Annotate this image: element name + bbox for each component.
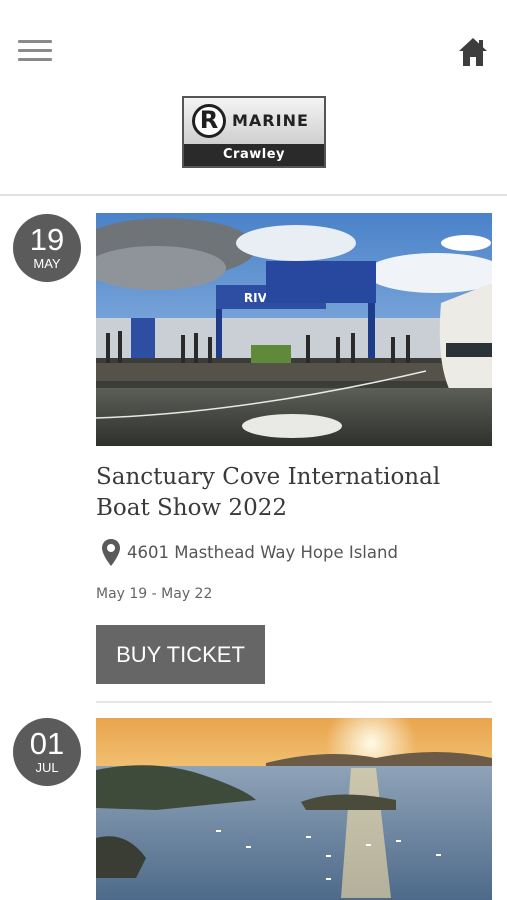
- event-day: 19: [29, 222, 65, 257]
- logo-mark: R: [192, 104, 226, 138]
- event-title-line-1: Sanctuary Cove International: [96, 464, 441, 490]
- event-title-line-2: Boat Show 2022: [96, 495, 287, 521]
- event-image[interactable]: RIVIERA: [96, 213, 492, 446]
- map-pin-icon: [102, 539, 120, 566]
- event-address: 4601 Masthead Way Hope Island: [127, 543, 398, 562]
- logo-top-panel: R MARINE: [184, 98, 324, 144]
- event-location: 4601 Masthead Way Hope Island: [100, 538, 500, 568]
- event-month: JUL: [35, 760, 59, 775]
- header-divider: [0, 194, 507, 196]
- buy-ticket-button[interactable]: BUY TICKET: [96, 625, 265, 684]
- hamburger-menu-icon[interactable]: [18, 40, 52, 66]
- brand-logo: R MARINE Crawley: [182, 96, 326, 168]
- app-header: R MARINE Crawley: [0, 0, 507, 195]
- event-day: 01: [29, 726, 65, 761]
- event-date-range: May 19 - May 22: [96, 586, 213, 602]
- logo-subtitle: Crawley: [184, 144, 324, 166]
- event-title[interactable]: Sanctuary Cove International Boat Show 2…: [96, 462, 496, 524]
- home-icon[interactable]: [455, 34, 491, 70]
- event-date-badge: 01 JUL: [13, 718, 81, 786]
- logo-wordmark: MARINE: [232, 111, 309, 130]
- event-divider: [96, 701, 492, 703]
- event-image[interactable]: [96, 718, 492, 900]
- event-month: MAY: [33, 256, 61, 271]
- event-date-badge: 19 MAY: [13, 214, 81, 282]
